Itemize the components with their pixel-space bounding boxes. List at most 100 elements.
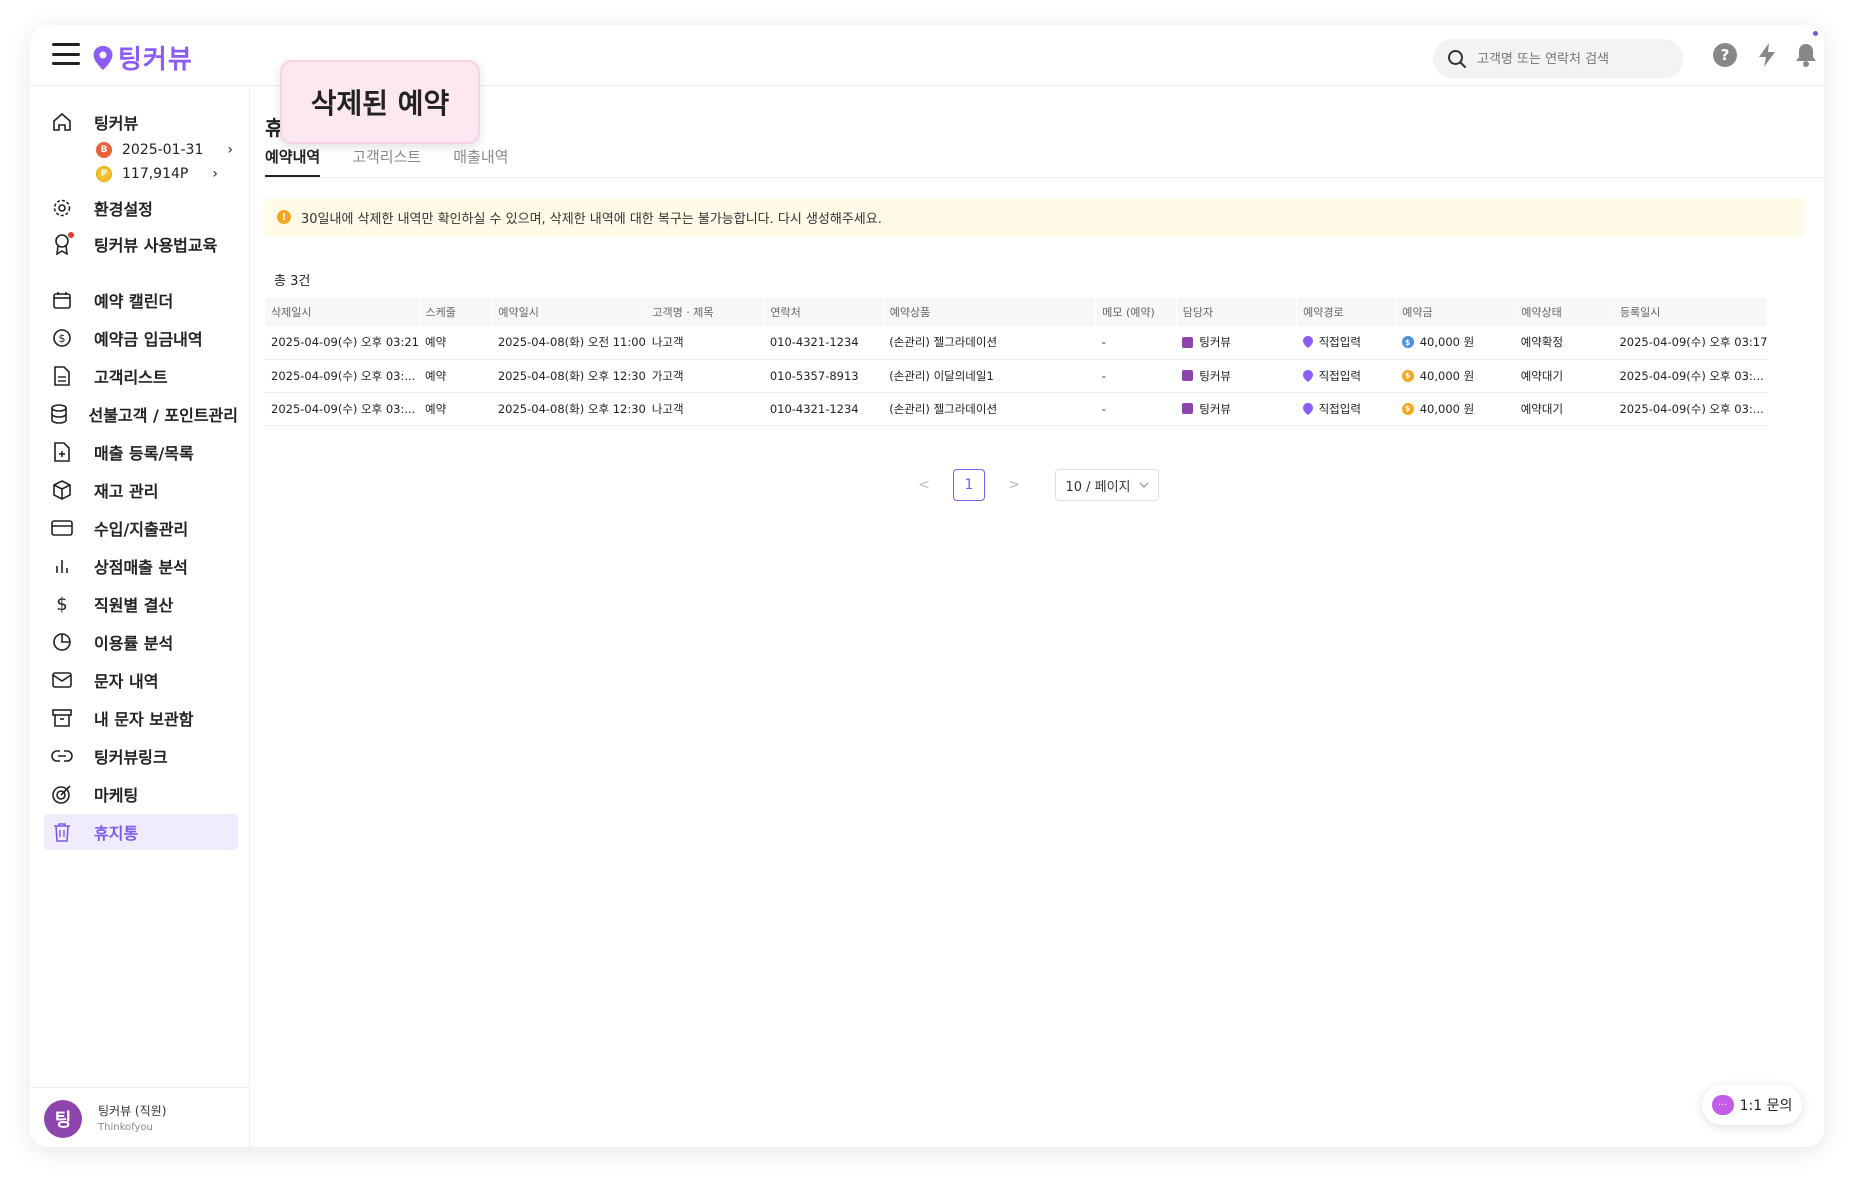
- sidebar-item-prepaid[interactable]: 선불고객 / 포인트관리: [44, 396, 238, 432]
- logo[interactable]: 팅커뷰: [92, 39, 193, 76]
- lightning-icon[interactable]: [1753, 41, 1781, 69]
- inquiry-button[interactable]: ··· 1:1 문의: [1702, 1085, 1802, 1125]
- notice-banner: ! 30일내에 삭제한 내역만 확인하실 수 있으며, 삭제한 내역에 대한 복…: [265, 198, 1805, 236]
- sidebar-item-deposits[interactable]: $ 예약금 입금내역: [44, 320, 238, 356]
- cell-memo: -: [1095, 359, 1177, 393]
- page-size-select[interactable]: 10 / 페이지: [1055, 469, 1159, 501]
- link-icon: [50, 744, 74, 768]
- column-header[interactable]: 등록일시: [1613, 298, 1769, 326]
- cell-customer: 나고객: [645, 392, 764, 426]
- column-header[interactable]: 예약경로: [1296, 298, 1397, 326]
- sidebar-item-sales[interactable]: 매출 등록/목록: [44, 434, 238, 470]
- search-box[interactable]: [1433, 39, 1683, 79]
- cell-product: (손관리) 젤그라데이션: [883, 326, 1096, 360]
- cell-registered: 2025-04-09(수) 오후 03:17: [1613, 326, 1768, 360]
- search-input[interactable]: [1477, 51, 1667, 67]
- table-row[interactable]: 2025-04-09(수) 오후 03:21 예약 2025-04-08(화) …: [265, 326, 1768, 360]
- route-text: 직접입력: [1318, 368, 1361, 383]
- cell-status: 예약대기: [1514, 392, 1614, 426]
- column-header[interactable]: 예약금: [1395, 298, 1516, 326]
- page-size-value: 10 / 페이지: [1065, 479, 1131, 495]
- column-header[interactable]: 담당자: [1176, 298, 1298, 326]
- user-profile[interactable]: 팅 팅커뷰 (직원) Thinkofyou: [30, 1087, 250, 1147]
- sidebar-item-customers[interactable]: 고객리스트: [44, 358, 238, 394]
- column-header[interactable]: 삭제일시: [265, 298, 420, 326]
- tab-sales[interactable]: 매출내역: [453, 146, 508, 177]
- tooltip: 삭제된 예약: [280, 60, 480, 144]
- route-text: 직접입력: [1318, 401, 1361, 416]
- help-icon[interactable]: ?: [1711, 41, 1739, 69]
- sidebar-item-staff[interactable]: $ 직원별 결산: [44, 586, 238, 622]
- column-header[interactable]: 예약상태: [1514, 298, 1614, 326]
- cell-memo: -: [1095, 392, 1177, 426]
- sidebar-item-home[interactable]: 팅커뷰: [44, 104, 238, 140]
- user-name: 팅커뷰 (직원): [98, 1104, 167, 1118]
- column-header[interactable]: 예약일시: [491, 298, 647, 326]
- sidebar-item-label: 상점매출 분석: [94, 558, 188, 577]
- sidebar-item-settings[interactable]: 환경설정: [44, 190, 238, 226]
- sidebar-item-archive[interactable]: 내 문자 보관함: [44, 700, 238, 736]
- tabs: 예약내역 고객리스트 매출내역: [265, 146, 508, 177]
- main-content: 휴 삭제된 예약 예약내역 고객리스트 매출내역 ! 30일내에 삭제한 내역만…: [250, 60, 1824, 1147]
- tab-reservations[interactable]: 예약내역: [265, 146, 321, 177]
- pagination: < 1 > 10 / 페이지: [915, 469, 1159, 501]
- expiry-row[interactable]: B 2025-01-31 ›: [96, 142, 233, 158]
- cell-customer: 나고객: [645, 326, 764, 360]
- sidebar-item-income[interactable]: 수입/지출관리: [44, 510, 238, 546]
- sidebar-item-calendar[interactable]: 예약 캘린더: [44, 282, 238, 318]
- sidebar-item-label: 선불고객 / 포인트관리: [88, 406, 238, 425]
- sidebar-item-link[interactable]: 팅커뷰링크: [44, 738, 238, 774]
- cell-staff: 팅커뷰: [1176, 326, 1297, 360]
- column-header[interactable]: 스케줄: [419, 298, 493, 326]
- cell-deleted: 2025-04-09(수) 오후 03:21: [265, 326, 419, 360]
- column-header[interactable]: 메모 (예약): [1095, 298, 1177, 326]
- sidebar-item-messages[interactable]: 문자 내역: [44, 662, 238, 698]
- logo-text: 팅커뷰: [118, 45, 193, 75]
- document-icon: [50, 364, 74, 388]
- sidebar-item-label: 재고 관리: [94, 482, 159, 501]
- prev-page-button[interactable]: <: [915, 477, 933, 493]
- pie-chart-icon: [50, 630, 74, 654]
- home-icon: [50, 110, 74, 134]
- cell-customer: 가고객: [645, 359, 764, 393]
- cell-route: 직접입력: [1296, 326, 1396, 360]
- notification-dot: [1813, 31, 1818, 36]
- table-row[interactable]: 2025-04-09(수) 오후 03:... 예약 2025-04-08(화)…: [265, 392, 1768, 426]
- points-row[interactable]: P 117,914P ›: [96, 166, 218, 182]
- cell-phone: 010-4321-1234: [763, 326, 884, 360]
- sidebar-item-marketing[interactable]: 마케팅: [44, 776, 238, 812]
- menu-icon[interactable]: [52, 43, 80, 65]
- chevron-down-icon: [1139, 482, 1148, 488]
- column-header[interactable]: 고객명 · 제목: [645, 298, 765, 326]
- staff-color-icon: [1182, 370, 1194, 381]
- tab-customers[interactable]: 고객리스트: [352, 146, 421, 177]
- next-page-button[interactable]: >: [1005, 477, 1023, 493]
- deposit-amount: 40,000 원: [1419, 368, 1475, 383]
- box-icon: [50, 478, 74, 502]
- inquiry-label: 1:1 문의: [1739, 1098, 1793, 1114]
- gear-icon: [50, 196, 74, 220]
- sidebar-item-usage[interactable]: 이용률 분석: [44, 624, 238, 660]
- chat-bubble-icon: ···: [1711, 1095, 1734, 1115]
- cell-status: 예약확정: [1514, 326, 1614, 360]
- column-header[interactable]: 연락처: [763, 298, 884, 326]
- coin-dollar-icon: $: [50, 326, 74, 350]
- notice-text: 30일내에 삭제한 내역만 확인하실 수 있으며, 삭제한 내역에 대한 복구는…: [301, 211, 882, 227]
- sidebar-item-inventory[interactable]: 재고 관리: [44, 472, 238, 508]
- archive-icon: [50, 706, 74, 730]
- sidebar-item-label: 예약 캘린더: [94, 292, 174, 311]
- coin-icon: $: [1401, 402, 1414, 415]
- calendar-icon: [50, 288, 74, 312]
- pin-icon: [1302, 369, 1313, 382]
- cell-registered: 2025-04-09(수) 오후 03:...: [1613, 392, 1768, 426]
- staff-name: 팅커뷰: [1199, 335, 1231, 350]
- sidebar-item-analysis[interactable]: 상점매출 분석: [44, 548, 238, 584]
- column-header[interactable]: 예약상품: [883, 298, 1097, 326]
- sidebar-item-tutorial[interactable]: 팅커뷰 사용법교육: [44, 226, 238, 262]
- bell-icon[interactable]: [1792, 41, 1820, 69]
- page-button-current[interactable]: 1: [953, 469, 985, 501]
- table-row[interactable]: 2025-04-09(수) 오후 03:... 예약 2025-04-08(화)…: [265, 359, 1768, 393]
- sidebar-item-trash[interactable]: 휴지통: [44, 814, 238, 850]
- cell-deposit: $40,000 원: [1395, 359, 1515, 393]
- svg-text:$: $: [56, 594, 67, 614]
